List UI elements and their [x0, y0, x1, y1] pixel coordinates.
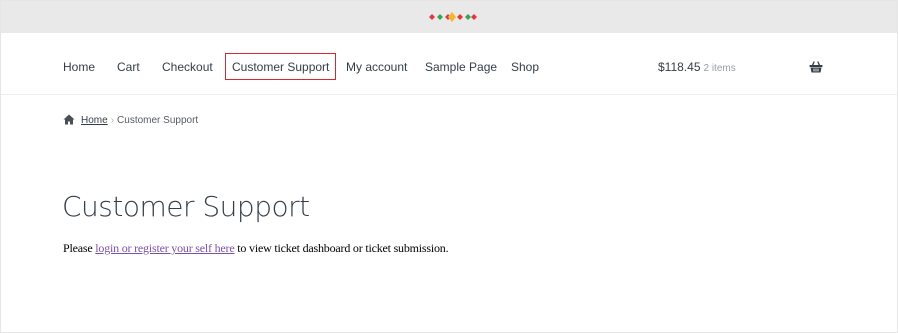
nav-item-customer-support[interactable]: Customer Support — [225, 53, 337, 80]
primary-navigation: Home Cart Checkout Customer Support My a… — [1, 33, 897, 95]
notice-suffix: to view ticket dashboard or ticket submi… — [234, 241, 449, 255]
login-register-link[interactable]: login or register your self here — [95, 241, 234, 255]
nav-item-sample-page[interactable]: Sample Page — [425, 59, 497, 75]
cart-total-amount: $118.45 — [658, 60, 701, 74]
page-title: Customer Support — [62, 190, 310, 223]
nav-item-checkout[interactable]: Checkout — [162, 59, 213, 75]
login-notice: Please login or register your self here … — [63, 241, 449, 255]
nav-item-home[interactable]: Home — [63, 59, 95, 75]
breadcrumb: Home › Customer Support — [63, 114, 198, 128]
home-icon — [63, 114, 75, 125]
top-bar — [1, 1, 897, 33]
nav-item-shop[interactable]: Shop — [511, 59, 539, 75]
cart-summary[interactable]: $118.45 2 items — [658, 59, 736, 77]
nav-item-cart[interactable]: Cart — [117, 59, 140, 75]
basket-icon[interactable] — [809, 61, 823, 73]
notice-prefix: Please — [63, 241, 96, 255]
page-frame: Home Cart Checkout Customer Support My a… — [0, 0, 898, 333]
breadcrumb-home-link[interactable]: Home — [81, 115, 108, 126]
breadcrumb-separator: › — [110, 115, 115, 126]
cart-item-count: 2 items — [703, 63, 736, 74]
nav-item-my-account[interactable]: My account — [346, 59, 407, 75]
diamond-dots-logo[interactable] — [427, 11, 477, 23]
breadcrumb-current: Customer Support — [117, 115, 199, 126]
